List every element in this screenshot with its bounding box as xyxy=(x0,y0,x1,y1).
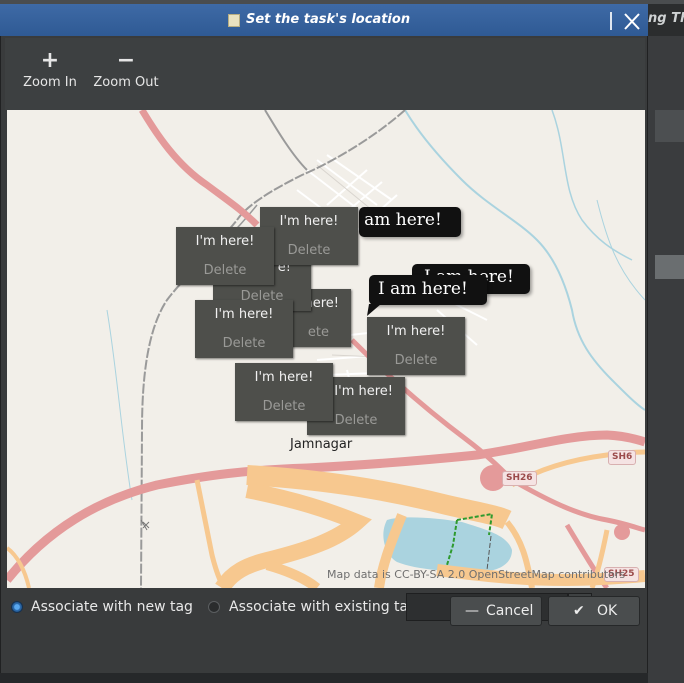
title-bar[interactable]: Set the task's location xyxy=(0,4,648,36)
new-tag-radio[interactable] xyxy=(11,601,23,613)
check-icon: ✔ xyxy=(573,603,585,619)
zoom-out-label: Zoom Out xyxy=(93,75,159,90)
bubble-pointer xyxy=(367,304,381,316)
delete-button[interactable]: Delete xyxy=(260,236,358,265)
cancel-icon: — xyxy=(465,603,479,619)
marker-bubble[interactable]: I am here! xyxy=(359,207,461,237)
map-toolbar: + Zoom In − Zoom Out xyxy=(5,38,645,110)
background-window-band xyxy=(655,255,684,279)
plus-icon: + xyxy=(40,48,60,73)
map-attribution: Map data is CC-BY-SA 2.0 OpenStreetMap c… xyxy=(327,568,626,581)
cancel-button[interactable]: — Cancel xyxy=(450,596,542,626)
map-tiles xyxy=(7,110,645,588)
background-window-band xyxy=(655,110,684,142)
marker-popup[interactable]: I'm here! Delete xyxy=(176,227,274,285)
window-title: Set the task's location xyxy=(246,12,411,27)
marker-bubble[interactable]: I am here! xyxy=(369,275,487,305)
zoom-in-label: Zoom In xyxy=(23,75,77,90)
title-separator xyxy=(610,12,612,30)
road-shield: SH6 xyxy=(608,450,637,465)
existing-tag-label[interactable]: Associate with existing tag xyxy=(229,599,417,615)
ok-button[interactable]: ✔ OK xyxy=(548,596,640,626)
im-here-button[interactable]: I'm here! xyxy=(176,227,274,256)
city-label: Jamnagar xyxy=(290,437,353,452)
im-here-button[interactable]: I'm here! xyxy=(235,363,333,392)
delete-button[interactable]: Delete xyxy=(235,392,333,421)
existing-tag-radio[interactable] xyxy=(208,601,220,613)
zoom-out-button[interactable]: − Zoom Out xyxy=(91,48,161,104)
im-here-button[interactable]: I'm here! xyxy=(195,300,293,329)
background-window-title: ng Th xyxy=(648,11,684,26)
zoom-in-button[interactable]: + Zoom In xyxy=(19,48,81,104)
marker-popup[interactable]: I'm here! Delete xyxy=(367,317,465,375)
dialog-bottom-edge xyxy=(0,673,648,683)
marker-popup[interactable]: I'm here! Delete xyxy=(260,207,358,265)
cancel-label: Cancel xyxy=(486,603,534,619)
document-icon xyxy=(228,14,240,27)
delete-button[interactable]: Delete xyxy=(195,329,293,358)
marker-popup[interactable]: I'm here! Delete xyxy=(235,363,333,421)
delete-button[interactable]: Delete xyxy=(367,346,465,375)
new-tag-label[interactable]: Associate with new tag xyxy=(31,599,193,615)
delete-button[interactable]: Delete xyxy=(176,256,274,285)
map-view[interactable]: SH26 SH6 SH25 Jamnagar Map data is CC-BY… xyxy=(7,110,645,588)
close-icon xyxy=(624,13,640,30)
road-shield: SH26 xyxy=(502,471,537,486)
minus-icon: − xyxy=(116,48,136,73)
close-button[interactable] xyxy=(620,11,644,33)
marker-popup[interactable]: I'm here! Delete xyxy=(195,300,293,358)
ok-label: OK xyxy=(597,603,618,619)
im-here-button[interactable]: I'm here! xyxy=(367,317,465,346)
dialog: + Zoom In − Zoom Out SH26 SH6 SH25 Jamna… xyxy=(0,36,648,673)
im-here-button[interactable]: I'm here! xyxy=(260,207,358,236)
